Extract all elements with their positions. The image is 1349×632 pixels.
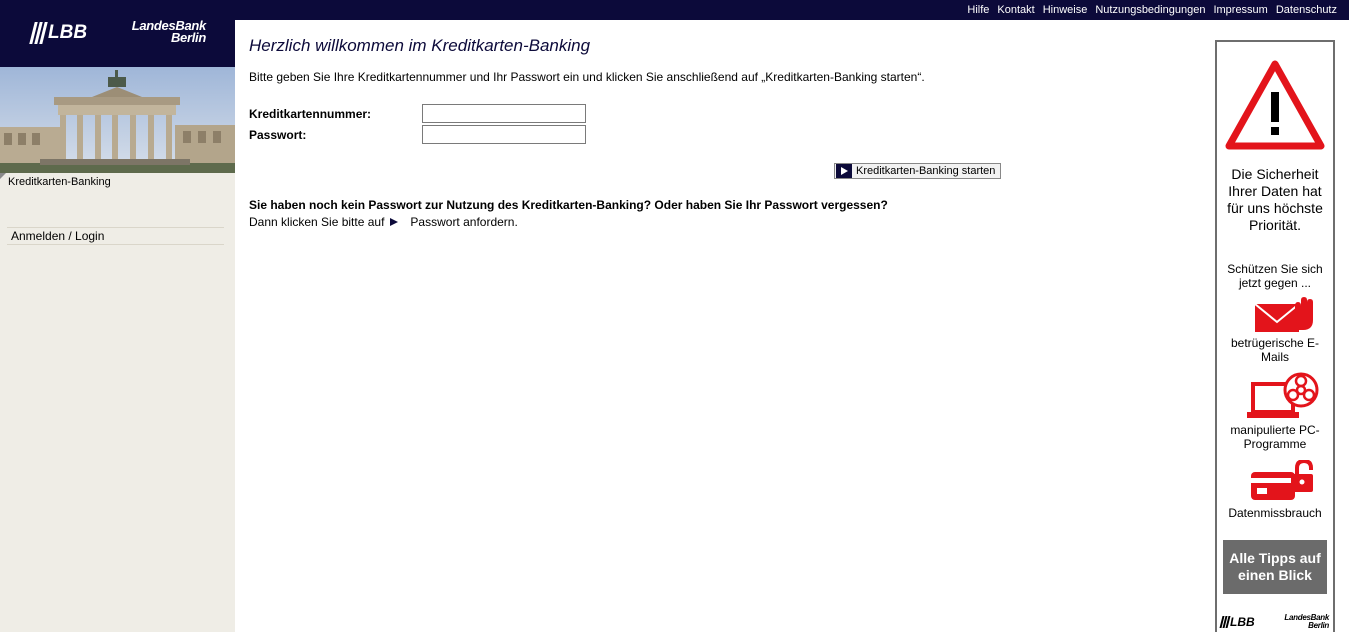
nav-kontakt[interactable]: Kontakt — [997, 4, 1034, 16]
all-tips-button[interactable]: Alle Tipps auf einen Blick — [1223, 540, 1327, 594]
card-lock-icon — [1251, 460, 1313, 500]
page-title: Herzlich willkommen im Kreditkarten-Bank… — [249, 36, 591, 55]
top-nav: Hilfe Kontakt Hinweise Nutzungsbedingung… — [967, 0, 1337, 20]
nav-impressum[interactable]: Impressum — [1213, 4, 1267, 16]
link-arrow-icon — [390, 218, 399, 226]
main-content: Herzlich willkommen im Kreditkarten-Bank… — [249, 36, 1189, 229]
lbb-logo: LBB — [29, 22, 88, 44]
security-item-email-caption: betrügerische E-Mails — [1230, 336, 1320, 364]
password-input[interactable] — [422, 125, 586, 144]
sidebar-section-label: Kreditkarten-Banking — [8, 176, 111, 188]
security-item-pc-caption: manipulierte PC-Programme — [1230, 423, 1320, 451]
section-marker-icon — [0, 173, 6, 179]
brandenburg-gate-image — [0, 67, 235, 173]
password-label: Passwort: — [249, 127, 307, 142]
nav-hilfe[interactable]: Hilfe — [967, 4, 989, 16]
security-footer-logo: LBB LandesBank Berlin — [1219, 614, 1329, 630]
sidebar-item-login[interactable]: Anmelden / Login — [7, 227, 224, 245]
nav-nutzungsbedingungen[interactable]: Nutzungsbedingungen — [1095, 4, 1205, 16]
password-row: Passwort: — [249, 125, 586, 144]
card-number-input[interactable] — [422, 104, 586, 123]
card-number-row: Kreditkartennummer: — [249, 104, 586, 123]
hint-prefix: Dann klicken Sie bitte auf — [249, 215, 385, 229]
warning-triangle-icon — [1225, 60, 1325, 150]
laptop-biohazard-icon — [1247, 372, 1319, 418]
logo-name-line2: Berlin — [170, 30, 206, 45]
security-panel: Die Sicherheit Ihrer Daten hat für uns h… — [1215, 40, 1335, 632]
footer-logo-short: LBB — [1230, 615, 1255, 629]
security-headline: Die Sicherheit Ihrer Daten hat für uns h… — [1227, 166, 1323, 233]
start-banking-button-label: Kreditkarten-Banking starten — [856, 165, 996, 177]
sidebar: LBB LandesBank Berlin Kreditkarten-Banki… — [0, 0, 235, 632]
security-subline: Schützen Sie sich jetzt gegen ... — [1227, 262, 1323, 290]
security-item-data-caption: Datenmissbrauch — [1228, 506, 1322, 520]
logo-short: LBB — [48, 22, 88, 43]
intro-text: Bitte geben Sie Ihre Kreditkartennummer … — [249, 70, 925, 84]
logo-bars-icon — [29, 22, 48, 44]
password-hint: Dann klicken Sie bitte auf Passwort anfo… — [249, 215, 518, 229]
logo-bank-name: LandesBank Berlin — [116, 19, 207, 45]
password-question: Sie haben noch kein Passwort zur Nutzung… — [249, 198, 888, 212]
footer-logo-bars-icon — [1219, 616, 1231, 628]
start-banking-button[interactable]: Kreditkarten-Banking starten — [834, 163, 1001, 179]
play-arrow-icon — [836, 164, 852, 178]
top-bar: Hilfe Kontakt Hinweise Nutzungsbedingung… — [0, 0, 1349, 20]
email-stop-icon — [1254, 297, 1313, 332]
footer-name-line2: Berlin — [1308, 621, 1329, 630]
request-password-link[interactable]: Passwort anfordern. — [410, 215, 517, 229]
footer-bank-name: LandesBank Berlin — [1284, 614, 1329, 630]
card-number-label: Kreditkartennummer: — [249, 106, 372, 121]
footer-lbb-logo: LBB — [1219, 615, 1255, 629]
nav-hinweise[interactable]: Hinweise — [1043, 4, 1088, 16]
nav-datenschutz[interactable]: Datenschutz — [1276, 4, 1337, 16]
